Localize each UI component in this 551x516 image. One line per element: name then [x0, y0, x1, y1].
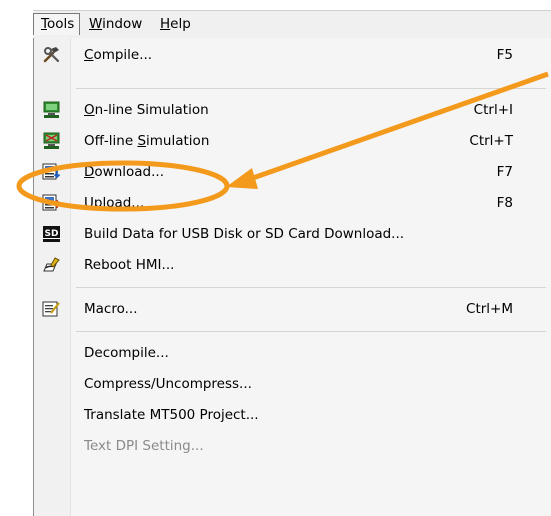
hammer-wrench-icon	[43, 47, 60, 63]
compress-label: Compress/Uncompress...	[84, 376, 252, 392]
menu-window[interactable]: Window	[89, 16, 142, 32]
menu-item-translate[interactable]: Translate MT500 Project...	[34, 400, 551, 431]
menu-item-decompile[interactable]: Decompile...	[34, 338, 551, 369]
online-simulation-icon	[43, 101, 60, 118]
separator	[76, 88, 546, 89]
offline-simulation-icon	[43, 132, 60, 149]
compile-label: Compile...	[84, 47, 153, 63]
svg-text:SD: SD	[45, 229, 59, 239]
translate-label: Translate MT500 Project...	[84, 407, 259, 423]
menu-item-text-dpi: Text DPI Setting...	[34, 431, 551, 462]
macro-shortcut: Ctrl+M	[466, 301, 513, 317]
download-icon	[42, 163, 61, 180]
menu-tools[interactable]: Tools	[33, 13, 81, 35]
menu-item-reboot-hmi[interactable]: Reboot HMI...	[34, 250, 551, 281]
compile-shortcut: F5	[496, 47, 513, 63]
offline-simulation-shortcut: Ctrl+T	[469, 133, 513, 149]
decompile-label: Decompile...	[84, 345, 169, 361]
menu-help[interactable]: Help	[160, 16, 191, 32]
menu-item-offline-simulation[interactable]: Off-line Simulation Ctrl+T	[34, 126, 551, 157]
offline-simulation-label: Off-line Simulation	[84, 133, 210, 149]
download-label: Download...	[84, 164, 164, 180]
tools-dropdown-menu: Compile... F5 On-line Simulation Ctrl+I …	[33, 38, 551, 516]
sd-card-icon: SD	[43, 226, 60, 242]
upload-icon	[42, 194, 61, 211]
macro-icon	[42, 301, 60, 317]
text-dpi-label: Text DPI Setting...	[84, 438, 204, 454]
separator	[76, 287, 546, 288]
upload-label: Upload...	[84, 195, 145, 211]
menu-item-macro[interactable]: Macro... Ctrl+M	[34, 294, 551, 325]
menu-item-build-data[interactable]: SD Build Data for USB Disk or SD Card Do…	[34, 219, 551, 250]
build-data-label: Build Data for USB Disk or SD Card Downl…	[84, 226, 405, 242]
separator	[76, 331, 546, 332]
online-simulation-label: On-line Simulation	[84, 102, 209, 118]
menu-item-upload[interactable]: Upload... F8	[34, 188, 551, 219]
upload-shortcut: F8	[496, 195, 513, 211]
menu-bar: Tools Window Help	[33, 10, 551, 38]
download-shortcut: F7	[496, 164, 513, 180]
online-simulation-shortcut: Ctrl+I	[473, 102, 513, 118]
menu-item-online-simulation[interactable]: On-line Simulation Ctrl+I	[34, 95, 551, 126]
macro-label: Macro...	[84, 301, 138, 317]
menu-item-compress[interactable]: Compress/Uncompress...	[34, 369, 551, 400]
menu-item-download[interactable]: Download... F7	[34, 157, 551, 188]
reboot-hmi-label: Reboot HMI...	[84, 257, 175, 273]
menu-item-compile[interactable]: Compile... F5	[34, 40, 551, 71]
reboot-hmi-icon	[43, 257, 60, 272]
